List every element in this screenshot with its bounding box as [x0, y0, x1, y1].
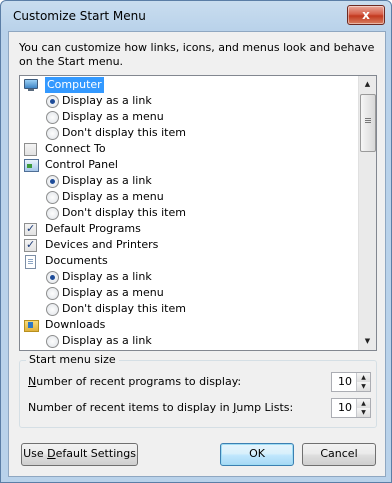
devices-printers-checkbox[interactable]	[24, 237, 37, 253]
recent-programs-value[interactable]: 10	[338, 375, 352, 388]
scroll-down-arrow-icon[interactable]: ▼	[359, 333, 376, 350]
control-panel-icon	[24, 159, 39, 172]
cancel-button[interactable]: Cancel	[302, 443, 376, 466]
option-label: Display as a menu	[62, 190, 164, 203]
option-label: Display as a menu	[62, 286, 164, 299]
radio-button[interactable]	[46, 335, 59, 348]
title-bar[interactable]: Customize Start Menu x	[1, 1, 391, 31]
spin-up-arrow-icon[interactable]: ▲	[356, 399, 370, 408]
spin-down-arrow-icon[interactable]: ▼	[356, 408, 370, 417]
option-label: Display as a link	[62, 334, 152, 347]
label-text: ump Lists:	[236, 401, 294, 414]
radio-button[interactable]	[46, 127, 59, 140]
radio-button[interactable]	[46, 207, 59, 220]
radio-selected[interactable]	[46, 95, 59, 108]
scroll-up-arrow-icon[interactable]: ▲	[359, 76, 376, 93]
option-label: Don't display this item	[62, 206, 186, 219]
start-menu-size-group: Start menu size Number of recent program…	[19, 353, 377, 428]
use-default-settings-button[interactable]: Use Default Settings	[21, 443, 138, 466]
downloads-label: Downloads	[45, 318, 106, 331]
close-icon: x	[362, 8, 370, 22]
recent-programs-label: Number of recent programs to display:	[28, 375, 241, 388]
ok-button[interactable]: OK	[220, 443, 294, 466]
option-label: Display as a link	[62, 270, 152, 283]
option-label: Display as a menu	[62, 110, 164, 123]
option-label: Display as a link	[62, 94, 152, 107]
radio-selected[interactable]	[46, 271, 59, 284]
label-text: umber of recent programs to display:	[36, 375, 242, 388]
connect-to-label: Connect To	[45, 142, 106, 155]
start-menu-items-list[interactable]: Computer Display as a link Display as a …	[19, 75, 377, 351]
window-title: Customize Start Menu	[13, 9, 146, 23]
recent-items-spinner[interactable]: 10 ▲ ▼	[331, 398, 371, 418]
scroll-thumb[interactable]	[360, 94, 376, 152]
control-panel-label: Control Panel	[45, 158, 118, 171]
radio-button[interactable]	[46, 287, 59, 300]
spin-up-arrow-icon[interactable]: ▲	[356, 373, 370, 382]
close-button[interactable]: x	[347, 5, 385, 25]
downloads-icon	[24, 320, 39, 332]
documents-icon	[25, 255, 36, 269]
option-label: Don't display this item	[62, 126, 186, 139]
radio-button[interactable]	[46, 191, 59, 204]
computer-label: Computer	[45, 77, 104, 93]
spin-down-arrow-icon[interactable]: ▼	[356, 382, 370, 391]
access-key: N	[28, 375, 37, 388]
documents-label: Documents	[45, 254, 108, 267]
recent-items-label: Number of recent items to display in Jum…	[28, 401, 293, 414]
group-title: Start menu size	[26, 353, 119, 366]
radio-selected[interactable]	[46, 175, 59, 188]
default-programs-label: Default Programs	[45, 222, 141, 235]
button-text: Use	[23, 447, 48, 460]
intro-text: You can customize how links, icons, and …	[19, 41, 375, 68]
vertical-scrollbar[interactable]: ▲ ▼	[358, 76, 376, 350]
devices-printers-label: Devices and Printers	[45, 238, 159, 251]
default-programs-checkbox[interactable]	[24, 221, 37, 237]
option-label: Don't display this item	[62, 302, 186, 315]
radio-button[interactable]	[46, 111, 59, 124]
label-text: Number of recent items to display in	[28, 401, 234, 414]
button-text: efault Settings	[55, 447, 136, 460]
recent-items-value[interactable]: 10	[338, 401, 352, 414]
access-key: D	[47, 447, 56, 460]
dialog-body: You can customize how links, icons, and …	[8, 31, 386, 477]
recent-programs-spinner[interactable]: 10 ▲ ▼	[331, 372, 371, 392]
option-label: Display as a link	[62, 174, 152, 187]
connect-to-checkbox[interactable]	[24, 143, 37, 156]
customize-start-menu-dialog: Customize Start Menu x You can customize…	[0, 0, 392, 483]
radio-button[interactable]	[46, 303, 59, 316]
computer-icon	[24, 79, 38, 91]
